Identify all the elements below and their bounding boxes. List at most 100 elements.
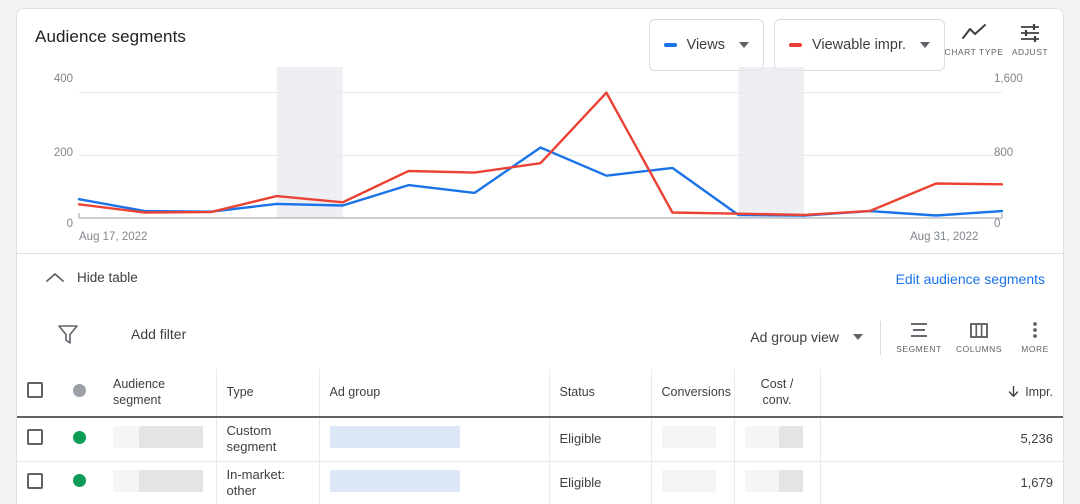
- segment-label: SEGMENT: [896, 344, 942, 354]
- redacted-value: [113, 426, 139, 449]
- cell-conversions: [651, 461, 735, 504]
- filter-group: Add filter: [57, 322, 186, 346]
- chart-legend: Views Viewable impr.: [648, 19, 945, 71]
- y-axis-tick-400: 400: [53, 73, 73, 85]
- cell-type: Custom segment: [216, 417, 320, 462]
- header-status[interactable]: Status: [549, 369, 652, 418]
- redacted-value: [139, 469, 203, 492]
- status-dot-icon: [73, 383, 86, 397]
- chart-svg: [77, 67, 1004, 219]
- series-line-views: [77, 146, 1004, 217]
- redacted-value: [744, 469, 779, 492]
- viewable-impr-color-swatch: [788, 43, 802, 47]
- redacted-value: [661, 426, 716, 449]
- page-root: Audience segments Views Viewable impr. C…: [0, 0, 1080, 504]
- series-line-viewable-impr: [77, 91, 1004, 217]
- header-impr[interactable]: Impr.: [900, 369, 1063, 418]
- y-axis-tick-0: 0: [66, 218, 73, 230]
- redacted-value: [139, 426, 203, 449]
- chart-type-button[interactable]: CHART TYPE: [943, 23, 1005, 57]
- x-axis-start-date: Aug 17, 2022: [79, 231, 148, 243]
- row-status-dot-cell: [63, 417, 103, 462]
- legend-button-views[interactable]: Views: [648, 19, 764, 71]
- chevron-down-icon[interactable]: [853, 334, 863, 340]
- hide-table-label: Hide table: [77, 270, 138, 285]
- row-checkbox[interactable]: [27, 472, 43, 489]
- segment-button[interactable]: SEGMENT: [889, 321, 949, 354]
- add-filter-button[interactable]: Add filter: [131, 326, 186, 342]
- row-checkbox-cell: [17, 417, 63, 462]
- select-all-checkbox[interactable]: [27, 382, 43, 399]
- table-header-row: Audience segment Type Ad group Status Co…: [17, 369, 1063, 418]
- redacted-value: [329, 469, 460, 492]
- ad-group-view-select[interactable]: Ad group view: [750, 329, 863, 345]
- chevron-down-icon[interactable]: [920, 42, 930, 48]
- row-checkbox[interactable]: [27, 429, 43, 446]
- cell-conversions: [651, 417, 735, 462]
- header-impr-label: Impr.: [1025, 384, 1053, 399]
- more-button[interactable]: MORE: [1013, 321, 1057, 354]
- y2-axis-tick-800: 800: [994, 147, 1014, 159]
- data-table: Audience segment Type Ad group Status Co…: [16, 369, 1064, 504]
- row-checkbox-cell: [17, 461, 63, 504]
- more-label: MORE: [1021, 344, 1049, 354]
- header-ad-group[interactable]: Ad group: [319, 369, 550, 418]
- redacted-value: [744, 426, 779, 449]
- cell-ad-group: [319, 417, 550, 462]
- segment-icon: [911, 323, 927, 337]
- line-chart-icon: [962, 24, 986, 39]
- weekend-shading: [276, 67, 343, 218]
- status-dot-icon: [73, 430, 86, 444]
- redacted-value: [661, 469, 716, 492]
- cell-impr: 1,679: [900, 461, 1063, 504]
- redacted-value: [778, 469, 803, 492]
- row-status-dot-cell: [63, 461, 103, 504]
- header-conversions[interactable]: Conversions: [651, 369, 735, 418]
- cell-type: In-market: other: [216, 461, 320, 504]
- legend-button-viewable-impr[interactable]: Viewable impr.: [773, 19, 945, 71]
- redacted-value: [329, 426, 460, 449]
- cell-impr: 5,236: [900, 417, 1063, 462]
- filter-funnel-icon[interactable]: [57, 322, 79, 346]
- header-audience-segment[interactable]: Audience segment: [103, 369, 217, 418]
- legend-label-views: Views: [686, 37, 725, 53]
- status-dot-icon: [73, 474, 86, 488]
- legend-label-viewable-impr: Viewable impr.: [811, 37, 906, 53]
- cell-blank: [820, 417, 900, 462]
- table-row[interactable]: In-market: other Eligible 1,679: [17, 461, 1063, 504]
- hide-table-bar: Hide table Edit audience segments: [16, 253, 1064, 307]
- more-vertical-icon: [1033, 322, 1037, 338]
- columns-icon: [970, 323, 988, 338]
- table-row[interactable]: Custom segment Eligible 5,236: [17, 417, 1063, 462]
- redacted-value: [778, 426, 803, 449]
- weekend-shading: [738, 67, 805, 218]
- adjust-label: ADJUST: [1011, 47, 1049, 57]
- sliders-icon: [1021, 24, 1039, 42]
- page-title: Audience segments: [35, 27, 187, 46]
- arrow-down-icon: [1009, 385, 1019, 397]
- table-toolbar: Add filter Ad group view SEGMENT COLUMNS: [16, 307, 1064, 369]
- chart-card: Audience segments Views Viewable impr. C…: [16, 8, 1064, 253]
- chart-type-label: CHART TYPE: [944, 47, 1004, 57]
- cell-cost-per-conv: [734, 417, 821, 462]
- header-blank: [820, 369, 900, 418]
- adjust-button[interactable]: ADJUST: [999, 23, 1061, 57]
- y2-axis-tick-1600: 1,600: [994, 73, 1023, 85]
- header-type[interactable]: Type: [216, 369, 320, 418]
- cell-blank: [820, 461, 900, 504]
- cell-audience-segment: [103, 417, 217, 462]
- y2-axis-tick-0: 0: [994, 218, 1001, 230]
- x-axis-end-date: Aug 31, 2022: [910, 231, 979, 243]
- columns-button[interactable]: COLUMNS: [949, 321, 1009, 354]
- chevron-down-icon[interactable]: [738, 42, 749, 48]
- y-axis-tick-200: 200: [53, 147, 73, 159]
- cell-status: Eligible: [549, 417, 652, 462]
- header-select-all: [17, 369, 63, 418]
- chevron-up-icon: [46, 272, 64, 282]
- columns-label: COLUMNS: [955, 344, 1002, 354]
- hide-table-button[interactable]: Hide table: [45, 270, 138, 285]
- toolbar-divider: [880, 321, 881, 355]
- edit-audience-segments-link[interactable]: Edit audience segments: [896, 271, 1045, 287]
- header-cost-per-conv[interactable]: Cost / conv.: [734, 369, 821, 418]
- chart-plot-area: [17, 67, 1065, 225]
